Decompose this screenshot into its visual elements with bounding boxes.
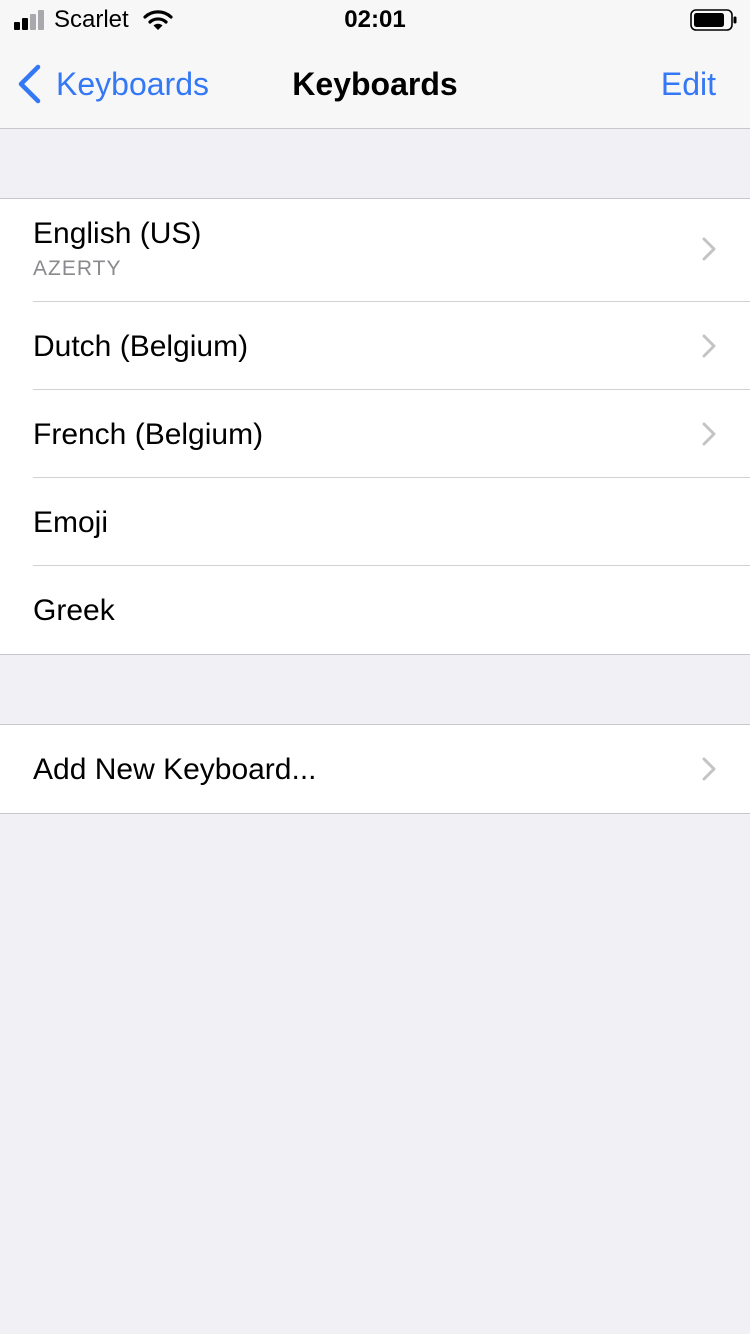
list-item-dutch-belgium[interactable]: Dutch (Belgium) <box>0 302 750 390</box>
clock: 02:01 <box>344 6 406 33</box>
chevron-right-icon <box>702 422 716 446</box>
list-item-french-belgium[interactable]: French (Belgium) <box>0 390 750 478</box>
page-title: Keyboards <box>292 66 458 102</box>
chevron-right-icon <box>702 757 716 781</box>
list-item-emoji[interactable]: Emoji <box>0 478 750 566</box>
list-item-english-us[interactable]: English (US) AZERTY <box>0 199 750 302</box>
settings-screen: Scarlet 02:01 Keyboards Keyboards Edit E… <box>0 0 750 1334</box>
list-item-title: English (US) <box>33 217 202 250</box>
list-item-title: French (Belgium) <box>33 418 264 451</box>
list-item-subtitle: AZERTY <box>33 257 122 280</box>
edit-button[interactable]: Edit <box>661 64 716 104</box>
add-new-keyboard-button[interactable]: Add New Keyboard... <box>0 725 750 813</box>
battery-icon <box>690 9 737 31</box>
chevron-right-icon <box>702 237 716 261</box>
navigation-bar: Keyboards Keyboards Edit <box>0 40 750 129</box>
keyboards-list: English (US) AZERTY Dutch (Belgium) Fren… <box>0 198 750 655</box>
list-item-title: Emoji <box>33 506 109 539</box>
chevron-right-icon <box>702 334 716 358</box>
list-item-greek[interactable]: Greek <box>0 566 750 654</box>
status-bar: Scarlet 02:01 <box>0 0 750 40</box>
add-new-keyboard-label: Add New Keyboard... <box>33 753 317 786</box>
list-item-title: Greek <box>33 594 115 627</box>
list-item-title: Dutch (Belgium) <box>33 330 249 363</box>
add-keyboard-group: Add New Keyboard... <box>0 724 750 814</box>
